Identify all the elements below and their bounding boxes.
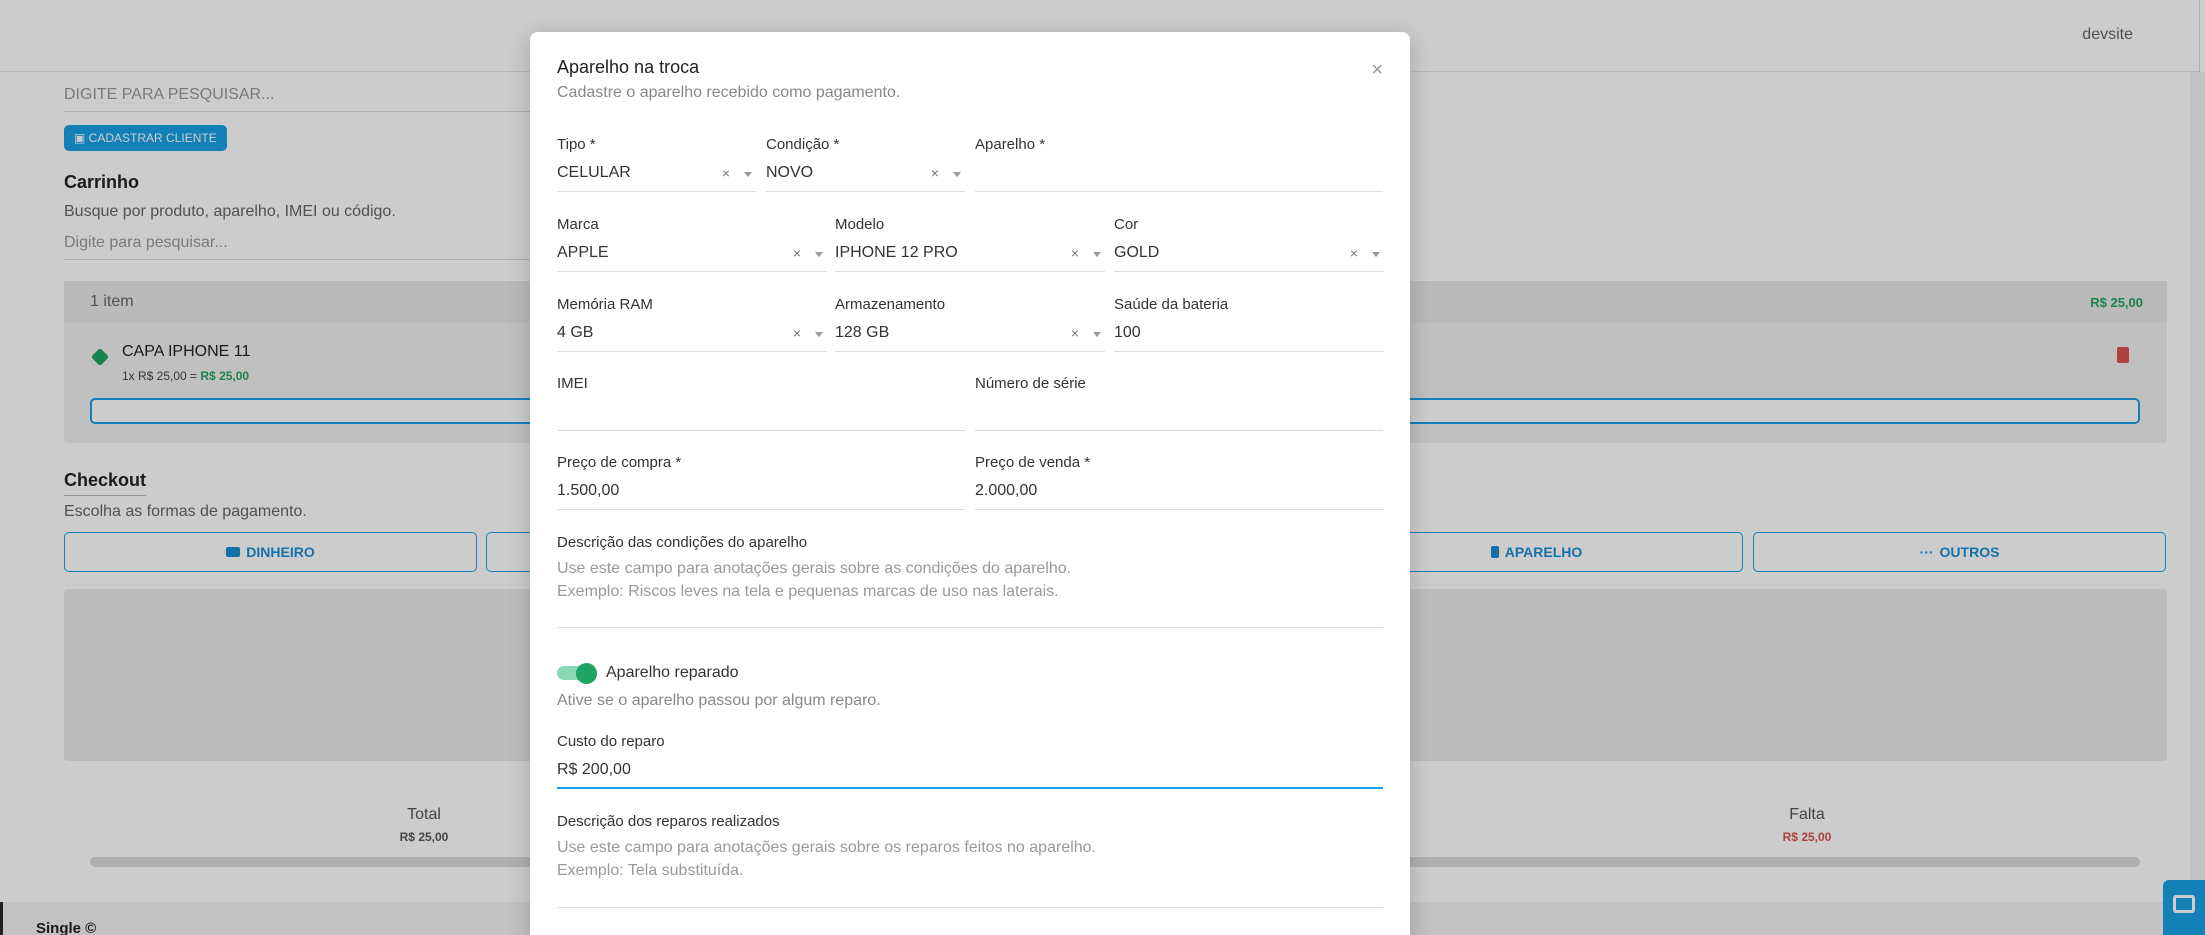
- aparelho-label: Aparelho *: [975, 136, 1046, 153]
- descricao-reparos-field[interactable]: Descrição dos reparos realizados Use est…: [557, 813, 1383, 908]
- descricao-condicoes-placeholder-2: Exemplo: Riscos leves na tela e pequenas…: [557, 583, 1059, 600]
- toggle-knob: [576, 663, 597, 684]
- modal-title: Aparelho na troca: [557, 57, 700, 77]
- tipo-value: CELULAR: [557, 164, 631, 181]
- modelo-select[interactable]: IPHONE 12 PRO ×: [835, 238, 1105, 272]
- armazenamento-select[interactable]: 128 GB ×: [835, 318, 1105, 352]
- marca-value: APPLE: [557, 244, 609, 261]
- cor-select[interactable]: GOLD ×: [1114, 238, 1384, 272]
- trade-in-modal: Aparelho na troca Cadastre o aparelho re…: [530, 32, 1410, 935]
- imei-field: IMEI: [557, 375, 965, 431]
- descricao-condicoes-label: Descrição das condições do aparelho: [557, 534, 808, 551]
- preco-venda-input[interactable]: 2.000,00: [975, 476, 1383, 510]
- preco-venda-field: Preço de venda * 2.000,00: [975, 454, 1383, 510]
- descricao-condicoes-placeholder-1: Use este campo para anotações gerais sob…: [557, 560, 1072, 577]
- aparelho-input[interactable]: [975, 158, 1383, 192]
- modal-subtitle: Cadastre o aparelho recebido como pagame…: [557, 84, 901, 101]
- reparado-label: Aparelho reparado: [606, 664, 739, 681]
- clear-icon[interactable]: ×: [931, 158, 939, 188]
- condicao-field: Condição * NOVO ×: [766, 136, 965, 192]
- aparelho-field: Aparelho *: [975, 136, 1383, 192]
- serie-field: Número de série: [975, 375, 1383, 431]
- memoria-select[interactable]: 4 GB ×: [557, 318, 827, 352]
- clear-icon[interactable]: ×: [793, 318, 801, 348]
- clear-icon[interactable]: ×: [722, 158, 730, 188]
- memoria-value: 4 GB: [557, 324, 594, 341]
- clear-icon[interactable]: ×: [793, 238, 801, 268]
- reparado-toggle[interactable]: [557, 663, 597, 684]
- serie-input[interactable]: [975, 397, 1383, 431]
- close-icon[interactable]: ×: [1371, 60, 1383, 80]
- clear-icon[interactable]: ×: [1071, 238, 1079, 268]
- serie-label: Número de série: [975, 375, 1086, 392]
- clear-icon[interactable]: ×: [1350, 238, 1358, 268]
- marca-label: Marca: [557, 216, 599, 233]
- custo-reparo-label: Custo do reparo: [557, 733, 665, 750]
- custo-reparo-input[interactable]: R$ 200,00: [557, 755, 1383, 789]
- custo-reparo-field: Custo do reparo R$ 200,00: [557, 733, 1383, 789]
- chevron-down-icon: [1093, 252, 1101, 257]
- divider: [557, 627, 1383, 628]
- bateria-field: Saúde da bateria 100: [1114, 296, 1384, 352]
- divider: [557, 907, 1383, 908]
- preco-compra-input[interactable]: 1.500,00: [557, 476, 965, 510]
- cor-field: Cor GOLD ×: [1114, 216, 1384, 272]
- modelo-label: Modelo: [835, 216, 885, 233]
- condicao-value: NOVO: [766, 164, 814, 181]
- chevron-down-icon: [815, 252, 823, 257]
- preco-compra-field: Preço de compra * 1.500,00: [557, 454, 965, 510]
- chevron-down-icon: [953, 172, 961, 177]
- tipo-field: Tipo * CELULAR ×: [557, 136, 756, 192]
- imei-input[interactable]: [557, 397, 965, 431]
- descricao-condicoes-field[interactable]: Descrição das condições do aparelho Use …: [557, 534, 1383, 628]
- preco-venda-label: Preço de venda *: [975, 454, 1091, 471]
- tipo-select[interactable]: CELULAR ×: [557, 158, 756, 192]
- marca-select[interactable]: APPLE ×: [557, 238, 827, 272]
- armazenamento-label: Armazenamento: [835, 296, 946, 313]
- condicao-label: Condição *: [766, 136, 840, 153]
- cor-value: GOLD: [1114, 244, 1160, 261]
- descricao-reparos-placeholder-2: Exemplo: Tela substituída.: [557, 862, 744, 879]
- bateria-input[interactable]: 100: [1114, 318, 1384, 352]
- chevron-down-icon: [815, 332, 823, 337]
- cor-label: Cor: [1114, 216, 1139, 233]
- memoria-field: Memória RAM 4 GB ×: [557, 296, 827, 352]
- chevron-down-icon: [1093, 332, 1101, 337]
- armazenamento-field: Armazenamento 128 GB ×: [835, 296, 1105, 352]
- chevron-down-icon: [744, 172, 752, 177]
- marca-field: Marca APPLE ×: [557, 216, 827, 272]
- clear-icon[interactable]: ×: [1071, 318, 1079, 348]
- reparado-help: Ative se o aparelho passou por algum rep…: [557, 692, 881, 709]
- tipo-label: Tipo *: [557, 136, 596, 153]
- descricao-reparos-label: Descrição dos reparos realizados: [557, 813, 780, 830]
- preco-compra-label: Preço de compra *: [557, 454, 682, 471]
- armazenamento-value: 128 GB: [835, 324, 890, 341]
- imei-label: IMEI: [557, 375, 588, 392]
- modelo-field: Modelo IPHONE 12 PRO ×: [835, 216, 1105, 272]
- condicao-select[interactable]: NOVO ×: [766, 158, 965, 192]
- bateria-label: Saúde da bateria: [1114, 296, 1229, 313]
- descricao-reparos-placeholder-1: Use este campo para anotações gerais sob…: [557, 839, 1096, 856]
- chevron-down-icon: [1372, 252, 1380, 257]
- memoria-label: Memória RAM: [557, 296, 653, 313]
- modelo-value: IPHONE 12 PRO: [835, 244, 958, 261]
